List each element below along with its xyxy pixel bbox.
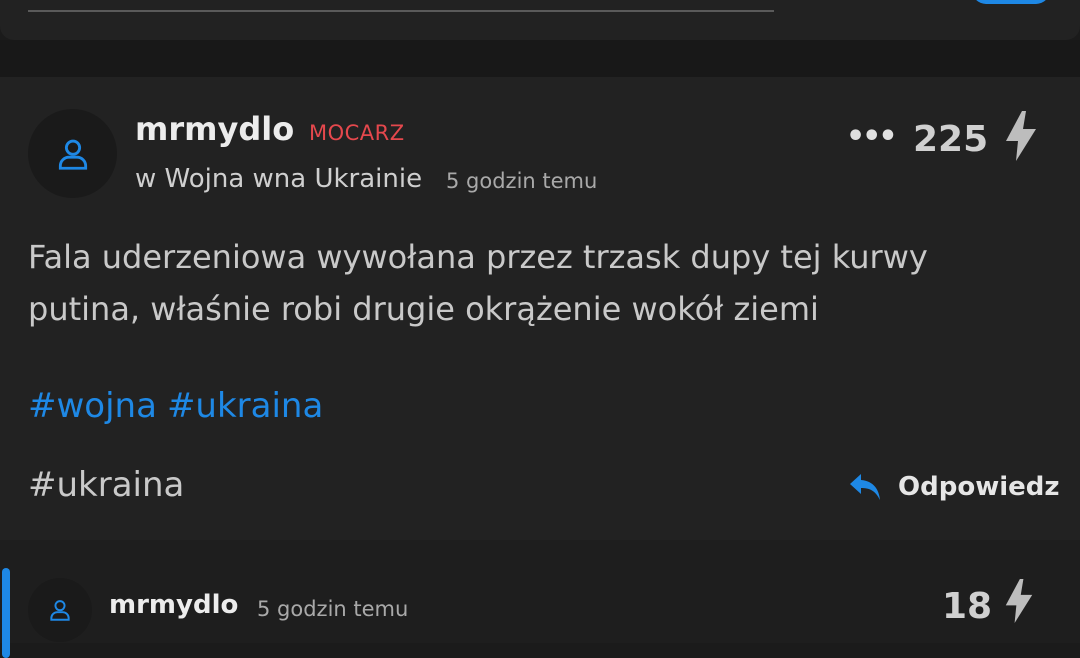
post-timestamp: 5 godzin temu	[446, 169, 598, 193]
post-body: Fala uderzeniowa wywołana przez trzask d…	[28, 238, 928, 328]
previous-card-bottom	[0, 0, 1080, 40]
thread-line	[2, 568, 10, 658]
user-icon	[58, 139, 87, 170]
tag-link[interactable]: #ukraina	[167, 386, 323, 426]
reply-arrow-icon	[850, 474, 880, 500]
tag-link[interactable]: #wojna	[28, 386, 157, 426]
plain-tag: #ukraina	[28, 465, 185, 505]
rank-badge: MOCARZ	[309, 121, 405, 145]
reply-author[interactable]: mrmydlo	[109, 590, 238, 620]
section-divider	[0, 40, 1080, 77]
lightning-icon[interactable]	[1004, 111, 1038, 161]
vote-count: 18	[942, 586, 993, 627]
reply-label: Odpowiedz	[898, 472, 1060, 502]
user-icon	[50, 600, 70, 621]
reply-card: mrmydlo 5 godzin temu 18	[0, 540, 1080, 658]
more-icon[interactable]: •••	[846, 119, 898, 154]
submit-button-edge[interactable]	[972, 0, 1050, 4]
lightning-icon[interactable]	[1004, 578, 1034, 624]
post-author[interactable]: mrmydlo	[135, 110, 294, 148]
community-link[interactable]: w Wojna wna Ukrainie	[135, 164, 422, 194]
vote-count: 225	[913, 119, 989, 160]
reply-button[interactable]: Odpowiedz	[848, 472, 1060, 502]
avatar[interactable]	[28, 109, 117, 198]
reply-timestamp: 5 godzin temu	[257, 597, 409, 621]
input-underline[interactable]	[28, 10, 774, 12]
post-card: mrmydlo MOCARZ w Wojna wna Ukrainie 5 go…	[0, 77, 1080, 540]
avatar[interactable]	[28, 578, 92, 642]
tag-list: #wojna #ukraina	[28, 386, 333, 426]
